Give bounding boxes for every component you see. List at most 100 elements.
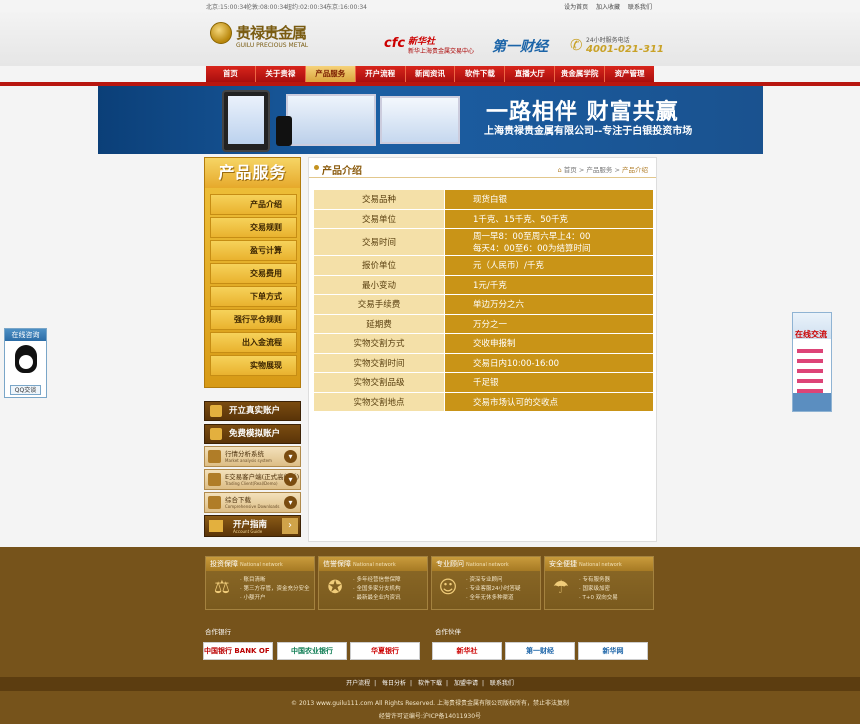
breadcrumb: ⌂ 首页 > 产品服务 > 产品介绍 <box>558 164 648 174</box>
footer-link-contact[interactable]: 联系我们 <box>490 680 514 687</box>
spec-value: 1元/千克 <box>444 275 653 294</box>
footer-link-analysis[interactable]: 每日分析 <box>382 680 406 687</box>
partner-logo-cbn[interactable]: 第一财经 <box>505 642 575 660</box>
spec-key: 实物交割方式 <box>314 334 444 353</box>
product-sidebar: 产品服务 产品介绍 交易规则 盈亏计算 交易费用 下单方式 强行平仓规则 出入金… <box>204 157 301 388</box>
sidebar-menu: 产品介绍 交易规则 盈亏计算 交易费用 下单方式 强行平仓规则 出入金流程 实物… <box>210 194 297 378</box>
spec-key: 实物交割地点 <box>314 392 444 411</box>
chevron-right-icon: › <box>282 518 298 534</box>
icp-number[interactable]: 经营许可证编号:沪ICP备14011930号 <box>0 711 860 720</box>
nav-download[interactable]: 软件下载 <box>455 66 506 82</box>
sidebar-item-order-method[interactable]: 下单方式 <box>210 286 297 307</box>
chevron-down-icon: ▾ <box>284 473 297 486</box>
spec-value: 现货白银 <box>444 190 653 209</box>
spec-key: 交易单位 <box>314 209 444 228</box>
bank-logo-hxb[interactable]: 华夏银行 <box>350 642 420 660</box>
clock-london: 伦敦:08:00:34 <box>246 4 287 11</box>
footer-link-join[interactable]: 加盟申请 <box>454 680 478 687</box>
clock-beijing: 北京:15:00:34 <box>206 4 247 11</box>
sidebar-title: 产品服务 <box>205 158 300 188</box>
sidebar-item-trading-rules[interactable]: 交易规则 <box>210 217 297 238</box>
nav-academy[interactable]: 贵金属学院 <box>555 66 606 82</box>
nav-about[interactable]: 关于贵禄 <box>256 66 306 82</box>
scales-icon: ⚖ <box>213 577 231 598</box>
contact-link[interactable]: 联系我们 <box>628 4 652 11</box>
sidebar-item-funds[interactable]: 出入金流程 <box>210 332 297 353</box>
spec-value: 千足银 <box>444 373 653 392</box>
partner-logo-xinhuanet[interactable]: 新华网 <box>578 642 648 660</box>
nav-live[interactable]: 直播大厅 <box>505 66 556 82</box>
add-favorite-link[interactable]: 加入收藏 <box>596 4 620 11</box>
nav-news[interactable]: 新闻资讯 <box>406 66 456 82</box>
nav-home[interactable]: 首页 <box>206 66 256 82</box>
footer-box-investment: 投资保障National network ⚖ 账目清晰第三方存管，资金充分安全小… <box>205 556 315 610</box>
sidebar-item-fees[interactable]: 交易费用 <box>210 263 297 284</box>
sidebar-item-liquidation[interactable]: 强行平仓规则 <box>210 309 297 330</box>
demo-account-button[interactable]: 免费模拟账户 <box>204 424 301 444</box>
chevron-down-icon: ▾ <box>284 450 297 463</box>
banks-label: 合作银行 <box>205 628 231 636</box>
coin-icon <box>210 22 232 44</box>
sidebar-item-pl-calc[interactable]: 盈亏计算 <box>210 240 297 261</box>
bank-logo-abc[interactable]: 中国农业银行 <box>277 642 347 660</box>
client-icon <box>208 473 221 486</box>
footer-link-download[interactable]: 软件下载 <box>418 680 442 687</box>
sidebar-item-physical[interactable]: 实物展现 <box>210 355 297 376</box>
spec-value-line: 万分之一 <box>473 319 508 330</box>
spec-value-line: 现货白银 <box>473 195 508 206</box>
spec-key: 交易品种 <box>314 190 444 209</box>
market-analysis-card[interactable]: 行情分析系统 Market analysis system ▾ <box>204 446 301 467</box>
hotline: ✆ 24小时服务电话 4001-021-311 <box>570 33 670 59</box>
content-panel: 产品介绍 ⌂ 首页 > 产品服务 > 产品介绍 交易品种 现货白银 交易单位 1千克、… <box>308 157 657 542</box>
spec-value-line: 交易市场认可的交收点 <box>473 397 559 408</box>
top-links: 设为首页 加入收藏 联系我们 <box>558 2 652 11</box>
downloads-card[interactable]: 综合下载 Comprehensive Downloads ▾ <box>204 492 301 513</box>
spec-key: 延期费 <box>314 314 444 333</box>
spec-value: 万分之一 <box>444 314 653 333</box>
footer-box-title: 投资保障 National network <box>206 557 314 571</box>
advisor-icon: ☺ <box>438 577 458 598</box>
clock-tokyo: 东京:16:00:34 <box>326 4 367 11</box>
home-icon: ⌂ <box>557 166 562 174</box>
tablet-image <box>222 90 270 152</box>
card-subtitle: Trading Client(Real/Demo) <box>225 481 278 486</box>
qq-chat-button[interactable]: QQ交谈 <box>10 385 41 395</box>
card-subtitle: Comprehensive Downloads <box>225 504 280 509</box>
footer-link-account[interactable]: 开户流程 <box>346 680 370 687</box>
online-widget-title: 在线交流 <box>795 330 827 339</box>
phone-icon: ✆ <box>570 36 583 54</box>
spec-key: 最小变动 <box>314 275 444 294</box>
open-real-account-button[interactable]: 开立真实账户 <box>204 401 301 421</box>
partner-logo-xinhua[interactable]: 新华社 <box>432 642 502 660</box>
footer-box-title: 信誉保障 National network <box>319 557 427 571</box>
online-agent-list[interactable] <box>797 349 823 399</box>
nav-products[interactable]: 产品服务 <box>305 66 356 82</box>
monitor-image-2 <box>380 96 460 144</box>
table-row: 交易品种 现货白银 <box>314 190 653 209</box>
online-chat-widget: 在线交流 <box>792 312 832 412</box>
nav-asset[interactable]: 资产管理 <box>605 66 654 82</box>
phone-image <box>276 116 292 146</box>
set-homepage-link[interactable]: 设为首页 <box>564 4 588 11</box>
spec-value-line: 千足银 <box>473 378 499 389</box>
sidebar-item-product-intro[interactable]: 产品介绍 <box>210 194 297 215</box>
footer-nav: 开户流程 | 每日分析 | 软件下载 | 加盟申请 | 联系我们 <box>0 677 860 691</box>
partner-xinhua-logo[interactable]: cfc 新华社 新华上海贵金属交易中心 <box>384 34 474 58</box>
partners-label: 合作伙伴 <box>435 628 461 636</box>
breadcrumb-home[interactable]: 首页 <box>564 166 577 174</box>
breadcrumb-parent[interactable]: 产品服务 <box>586 166 612 174</box>
spec-value-line: 元（人民币）/千克 <box>473 261 544 272</box>
breadcrumb-sep: > <box>614 166 620 174</box>
demo-icon <box>210 428 222 440</box>
logo-text-en: GUILU PRECIOUS METAL <box>236 42 309 49</box>
table-row: 交易时间 周一早8：00至周六早上4：00 每天4：00至6：00为结算时间 <box>314 229 653 255</box>
table-row: 最小变动 1元/千克 <box>314 275 653 294</box>
trading-client-card[interactable]: E交易客户端(正式高级版) Trading Client(Real/Demo) … <box>204 469 301 490</box>
site-logo[interactable]: 贵禄贵金属 GUILU PRECIOUS METAL <box>210 16 320 56</box>
account-guide-button[interactable]: 开户指南 Account Guide › <box>204 515 301 537</box>
partner-cbn-logo[interactable]: 第一财经 <box>492 36 548 58</box>
nav-account-process[interactable]: 开户流程 <box>356 66 406 82</box>
chevron-down-icon: ▾ <box>284 496 297 509</box>
bank-logo-boc[interactable]: 中国银行 BANK OF CHINA <box>203 642 273 660</box>
table-row: 实物交割时间 交易日内10:00-16:00 <box>314 353 653 372</box>
